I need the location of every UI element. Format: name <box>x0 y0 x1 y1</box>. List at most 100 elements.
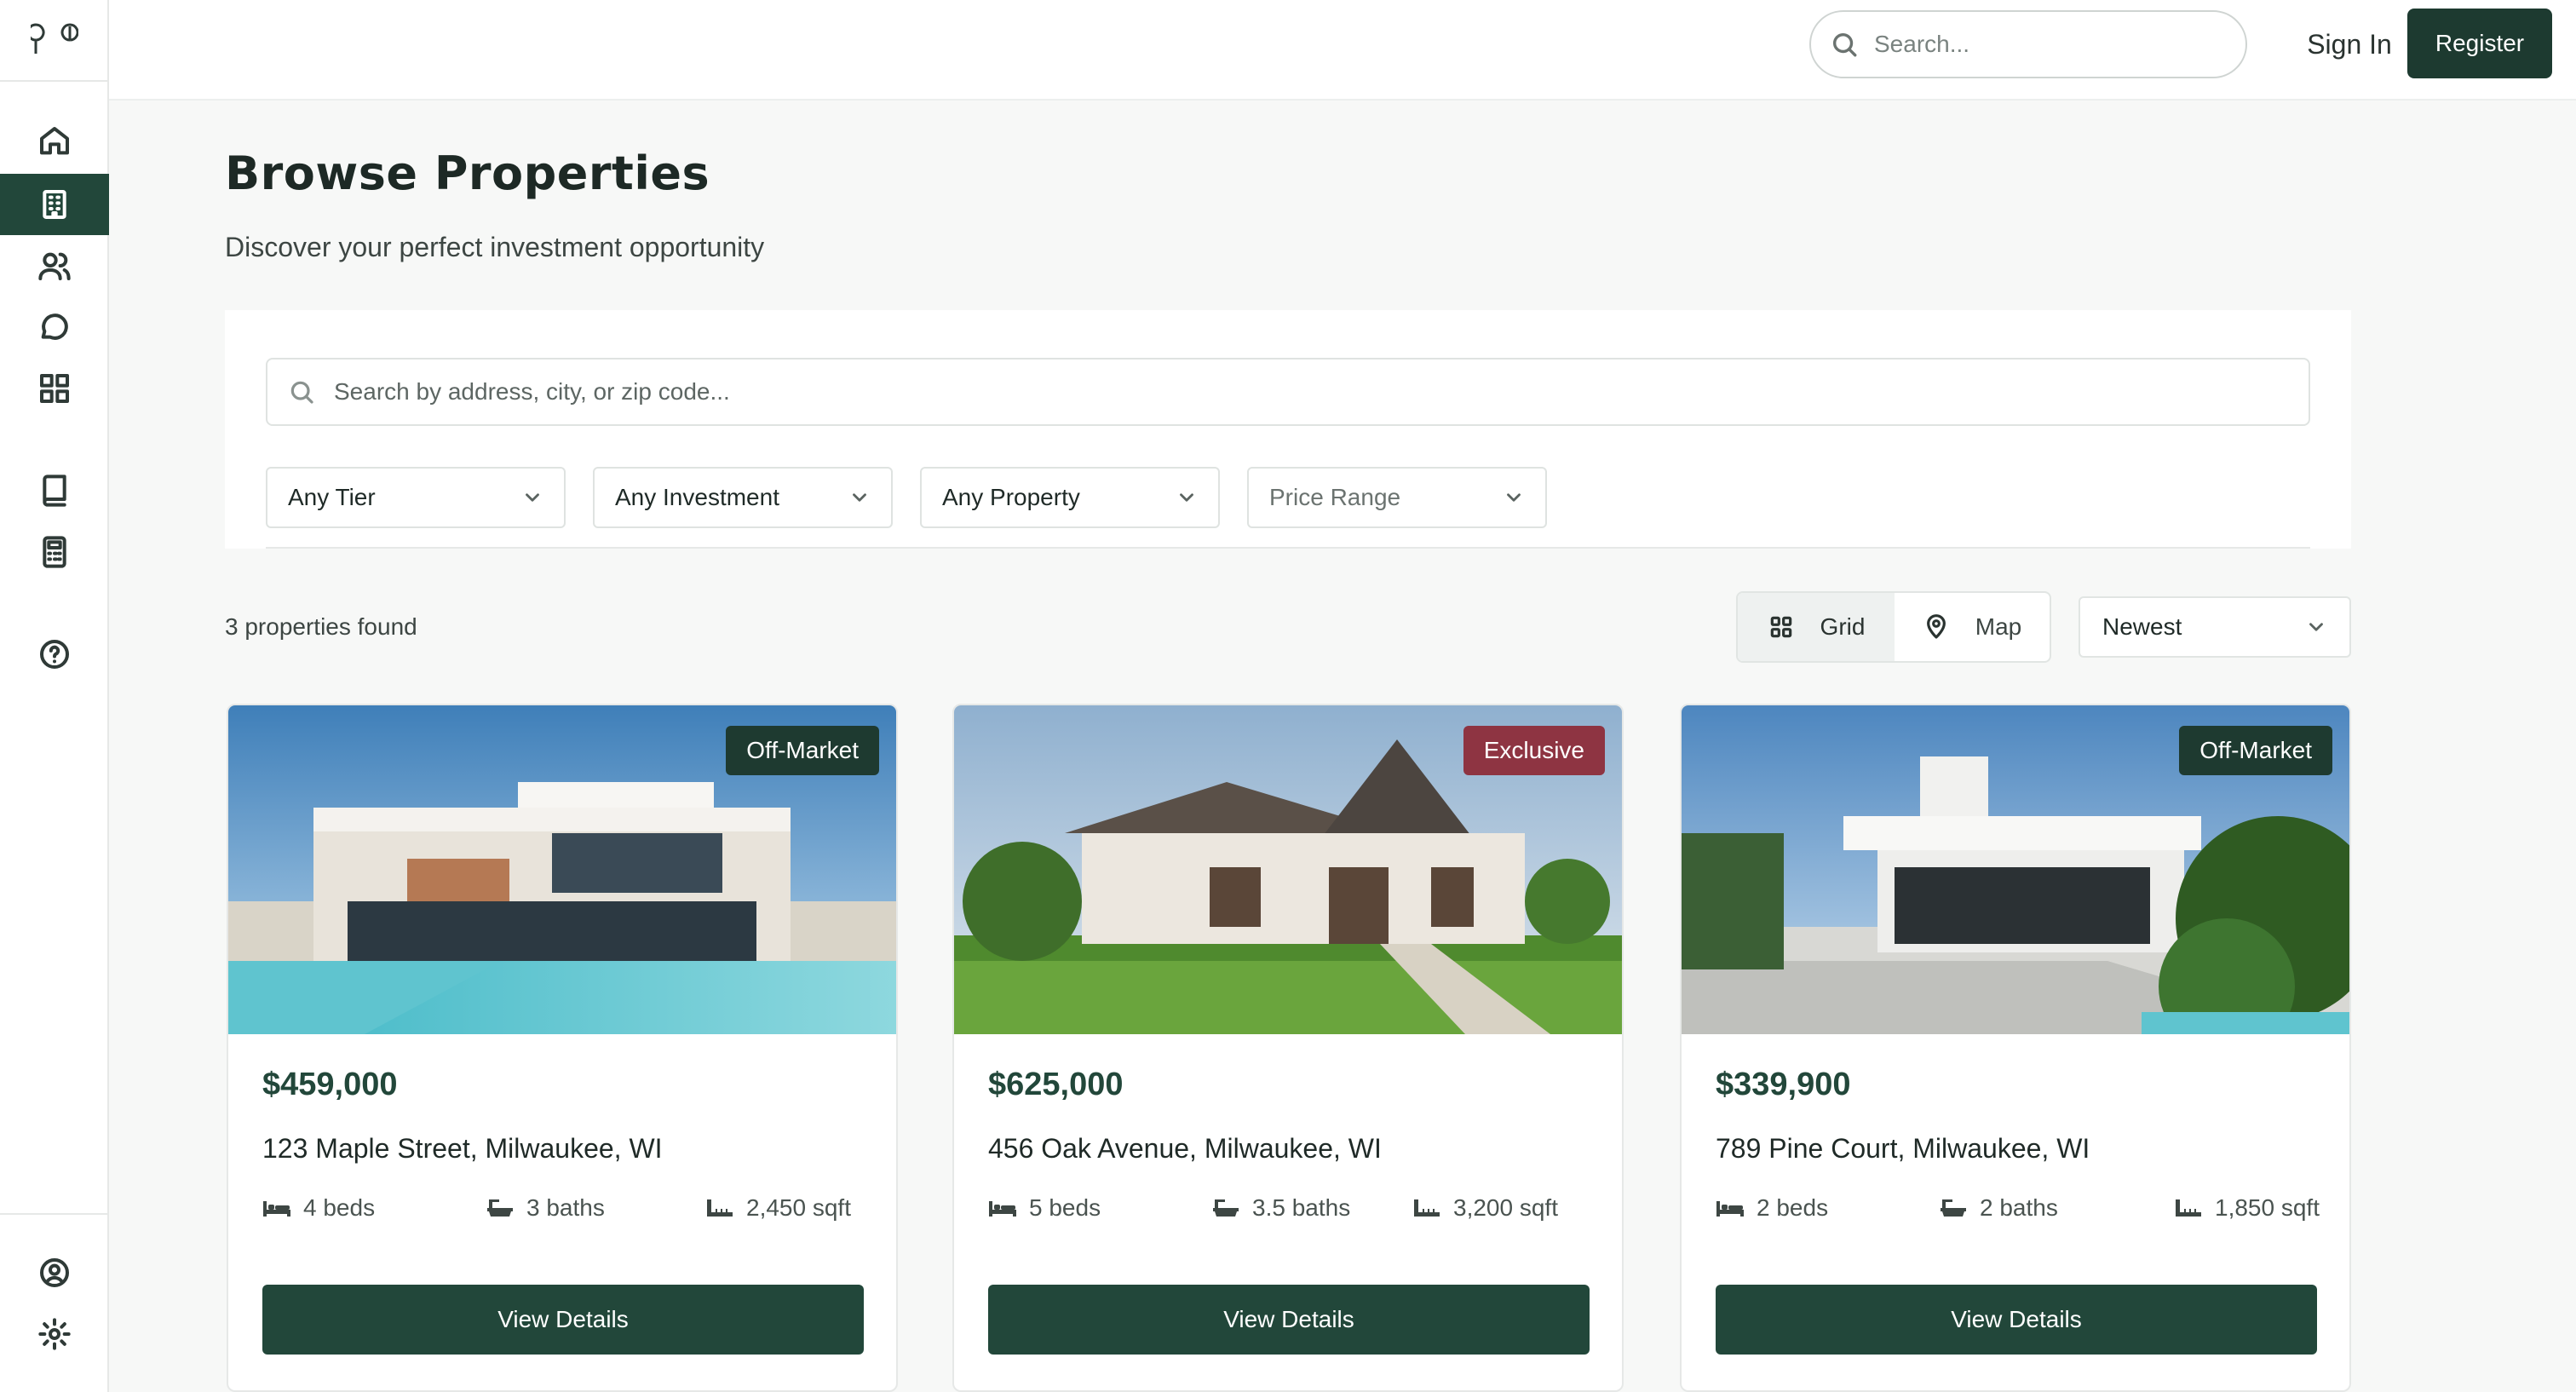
account-icon <box>40 1258 69 1287</box>
view-details-button[interactable]: View Details <box>1716 1285 2317 1355</box>
property-price: $459,000 <box>262 1067 398 1102</box>
property-card[interactable]: Off-Market $459,000 123 Maple Street, Mi… <box>227 704 898 1392</box>
filter-panel: Search by address, city, or zip code... … <box>225 310 2351 549</box>
users-icon <box>38 252 71 280</box>
bed-icon <box>263 1201 290 1217</box>
chat-icon <box>41 313 68 340</box>
map-view-label: Map <box>1975 613 2022 640</box>
property-photo[interactable]: Off-Market <box>1682 705 2349 1034</box>
filter-divider <box>266 547 2310 549</box>
bed-icon <box>1716 1201 1744 1217</box>
ruler-icon <box>1414 1199 1440 1217</box>
sidebar-item-properties[interactable] <box>0 174 109 235</box>
sidebar-item-library[interactable] <box>0 460 109 521</box>
settings-icon <box>38 1318 71 1350</box>
bath-icon <box>1941 1199 1966 1217</box>
sidebar-item-dashboard[interactable] <box>0 358 109 419</box>
baths-count: 3.5 baths <box>1252 1194 1351 1221</box>
sidebar-item-settings[interactable] <box>0 1303 109 1365</box>
property-card[interactable]: Exclusive $625,000 456 Oak Avenue, Milwa… <box>952 704 1624 1392</box>
logo[interactable] <box>0 0 109 82</box>
chevron-down-icon <box>853 493 866 502</box>
ruler-icon <box>2176 1199 2201 1217</box>
sqft-feature: 1,850 sqft <box>2174 1194 2320 1222</box>
book-icon <box>43 475 66 507</box>
grid-view-label: Grid <box>1820 613 1866 640</box>
sqft-feature: 3,200 sqft <box>1412 1194 1558 1222</box>
sidebar-item-users[interactable] <box>0 235 109 296</box>
app-root: Search... Sign In Register Browse Proper… <box>0 0 2576 1392</box>
sidebar-item-messages[interactable] <box>0 296 109 358</box>
bath-icon <box>487 1199 513 1217</box>
chevron-down-icon <box>2309 623 2323 631</box>
sort-dropdown[interactable]: Newest <box>2079 596 2351 658</box>
home-icon <box>40 127 69 155</box>
register-button[interactable]: Register <box>2407 9 2552 78</box>
property-address: 789 Pine Court, Milwaukee, WI <box>1716 1133 2090 1164</box>
beds-count: 2 beds <box>1757 1194 1829 1221</box>
global-search-input[interactable]: Search... <box>1809 10 2247 78</box>
tier-filter-dropdown[interactable]: Any Tier <box>266 467 566 528</box>
logo-icon <box>31 23 78 54</box>
property-address: 456 Oak Avenue, Milwaukee, WI <box>988 1133 1382 1164</box>
price-range-filter-dropdown[interactable]: Price Range <box>1247 467 1547 528</box>
sqft-value: 3,200 sqft <box>1453 1194 1558 1221</box>
map-view-button[interactable]: Map <box>1895 593 2050 661</box>
property-search-placeholder: Search by address, city, or zip code... <box>334 378 730 405</box>
sidebar-item-home[interactable] <box>0 111 109 172</box>
top-bar: Search... Sign In Register <box>109 0 2576 101</box>
property-card[interactable]: Off-Market $339,900 789 Pine Court, Milw… <box>1680 704 2351 1392</box>
listing-badge: Off-Market <box>2179 726 2332 775</box>
beds-count: 5 beds <box>1029 1194 1101 1221</box>
sidebar-item-calculator[interactable] <box>0 521 109 583</box>
sort-value: Newest <box>2102 613 2182 640</box>
sidebar-item-help[interactable] <box>0 624 109 685</box>
price-range-filter-value: Price Range <box>1269 484 1401 510</box>
baths-feature: 2 baths <box>1939 1194 2058 1222</box>
map-pin-icon <box>1926 614 1946 639</box>
beds-feature: 5 beds <box>988 1194 1101 1222</box>
baths-feature: 3 baths <box>486 1194 605 1222</box>
sqft-value: 2,450 sqft <box>746 1194 851 1221</box>
grid-icon <box>1770 616 1791 638</box>
beds-feature: 2 beds <box>1716 1194 1828 1222</box>
sqft-value: 1,850 sqft <box>2215 1194 2320 1221</box>
sidebar-item-account[interactable] <box>0 1242 109 1303</box>
chevron-down-icon <box>1180 493 1193 502</box>
sidebar <box>0 0 109 1392</box>
property-search-input[interactable]: Search by address, city, or zip code... <box>266 358 2310 426</box>
property-address: 123 Maple Street, Milwaukee, WI <box>262 1133 663 1164</box>
building-icon <box>43 190 66 219</box>
sqft-feature: 2,450 sqft <box>705 1194 851 1222</box>
property-price: $625,000 <box>988 1067 1124 1102</box>
sidebar-divider <box>0 1213 109 1215</box>
property-price: $339,900 <box>1716 1067 1851 1102</box>
search-icon <box>290 381 313 404</box>
property-type-filter-value: Any Property <box>942 484 1080 510</box>
global-search-placeholder: Search... <box>1874 31 1970 57</box>
baths-count: 2 baths <box>1980 1194 2058 1221</box>
view-details-button[interactable]: View Details <box>262 1285 864 1355</box>
investment-filter-value: Any Investment <box>615 484 779 510</box>
sign-in-link[interactable]: Sign In <box>2273 10 2426 78</box>
grid-icon <box>40 374 69 403</box>
investment-filter-dropdown[interactable]: Any Investment <box>593 467 893 528</box>
grid-view-button[interactable]: Grid <box>1738 593 1895 661</box>
results-count: 3 properties found <box>225 613 417 640</box>
baths-count: 3 baths <box>526 1194 605 1221</box>
listing-badge: Off-Market <box>726 726 879 775</box>
view-details-button[interactable]: View Details <box>988 1285 1590 1355</box>
property-photo[interactable]: Off-Market <box>228 705 896 1034</box>
help-icon <box>40 640 69 669</box>
beds-feature: 4 beds <box>262 1194 375 1222</box>
property-photo[interactable]: Exclusive <box>954 705 1622 1034</box>
bath-icon <box>1213 1199 1239 1217</box>
tier-filter-value: Any Tier <box>288 484 376 510</box>
property-type-filter-dropdown[interactable]: Any Property <box>920 467 1220 528</box>
page-subtitle: Discover your perfect investment opportu… <box>225 232 765 262</box>
view-toggle: Grid Map <box>1736 591 2051 663</box>
chevron-down-icon <box>1507 493 1521 502</box>
chevron-down-icon <box>526 493 539 502</box>
page-title: Browse Properties <box>225 147 710 200</box>
listing-badge: Exclusive <box>1463 726 1605 775</box>
